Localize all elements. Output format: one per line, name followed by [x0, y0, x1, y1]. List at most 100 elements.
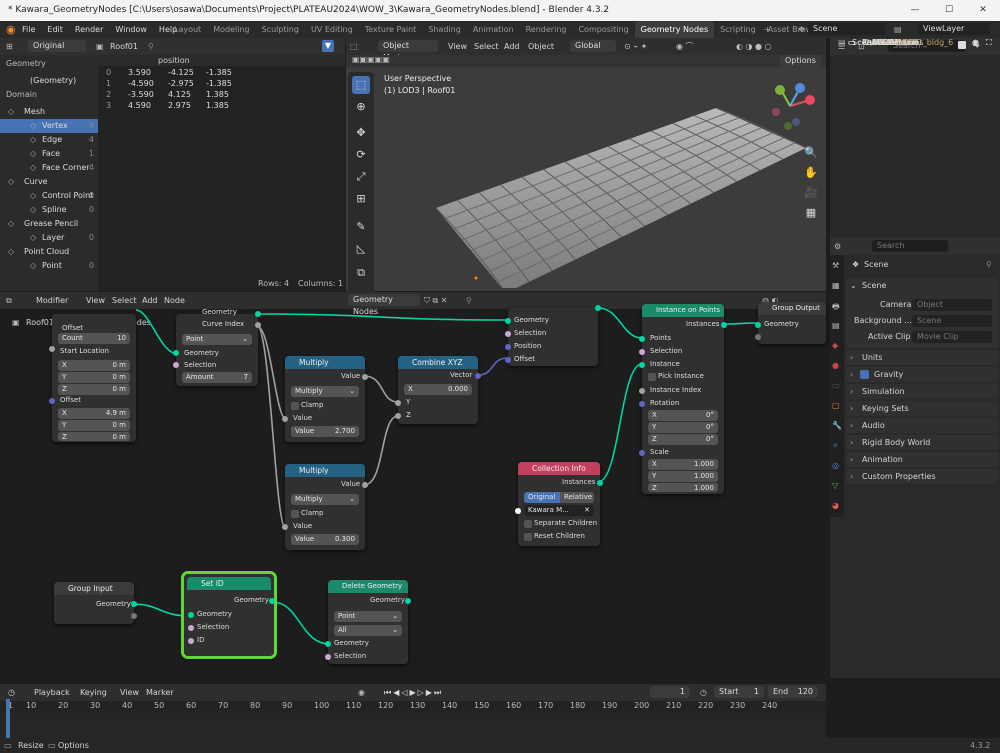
viewport-menu-view[interactable]: View: [448, 38, 467, 55]
camera-field[interactable]: Object: [912, 299, 992, 311]
eye-icon[interactable]: ◉: [972, 38, 979, 47]
domain-item-7[interactable]: Face Corner 4 ◇: [0, 161, 98, 175]
viewport-menu-object[interactable]: Object: [528, 38, 554, 55]
measure-tool-icon[interactable]: ◺: [352, 240, 370, 258]
offset-z-field[interactable]: Z0 m: [58, 432, 130, 441]
multiply-1-value-field[interactable]: Value 2.700: [291, 426, 359, 437]
scale-z-field[interactable]: Z 1.000: [648, 483, 718, 492]
multiply-2-operation-select[interactable]: Multiply ⌄: [291, 494, 359, 505]
collection-info-node[interactable]: Collection Info Instances Original Relat…: [515, 462, 603, 546]
instance-on-points-node[interactable]: Instance on Points Instances Points Sele…: [639, 304, 727, 494]
minimize-button[interactable]: —: [898, 0, 932, 21]
viewport-menu-add[interactable]: Add: [504, 38, 520, 55]
timeline-menu-keying[interactable]: Keying: [80, 684, 107, 701]
tab-shading[interactable]: Shading: [422, 21, 467, 38]
multiply-1-operation-select[interactable]: Multiply ⌄: [291, 386, 359, 397]
delete-domain-select[interactable]: Point ⌄: [334, 611, 402, 622]
delete-geometry-node[interactable]: Delete Geometry Geometry Point ⌄ All ⌄ Geo…: [325, 580, 411, 664]
delete-mode-select[interactable]: All ⌄: [334, 625, 402, 636]
set-position-node[interactable]: Geometry Selection Position Offset: [505, 305, 601, 366]
current-frame-field[interactable]: 1: [650, 686, 690, 698]
camera-view-icon[interactable]: 🎥: [802, 184, 820, 202]
evaluation-mode-select[interactable]: Original: [28, 40, 86, 52]
properties-pin-icon[interactable]: ⚲: [986, 260, 992, 269]
tab-texture-paint[interactable]: Texture Paint: [359, 21, 423, 38]
properties-panel-6[interactable]: › Animation: [846, 452, 998, 467]
properties-panel-3[interactable]: › Keying Sets: [846, 401, 998, 416]
amount-field[interactable]: Amount 7: [182, 372, 252, 383]
rotation-y-field[interactable]: Y 0°: [648, 422, 718, 433]
combine-xyz-node[interactable]: Combine XYZ Vector X 0.000 Y Z: [395, 356, 481, 424]
filter-icon[interactable]: ▼: [322, 40, 334, 52]
proportional-edit-icon[interactable]: ◉ ⌒: [676, 38, 694, 55]
tab-layout[interactable]: Layout: [168, 21, 207, 38]
options-button[interactable]: Options: [780, 55, 821, 67]
clamp-checkbox-2[interactable]: [291, 510, 299, 518]
rotation-x-field[interactable]: X 0°: [648, 410, 718, 421]
domain-item-14[interactable]: Point 0 ◇: [0, 259, 98, 273]
select-mode-icons[interactable]: ▣▣▣▣▣: [352, 55, 390, 64]
transform-orientation-select[interactable]: Global: [570, 40, 616, 52]
reset-children-checkbox[interactable]: [524, 533, 532, 541]
curve-index-node[interactable]: Geometry Curve Index Point ⌄ Geometry Sel…: [173, 308, 261, 386]
tab-compositing[interactable]: Compositing: [572, 21, 634, 38]
annotate-tool-icon[interactable]: ✎: [352, 218, 370, 236]
scale-y-field[interactable]: Y 1.000: [648, 471, 718, 482]
pick-instance-checkbox[interactable]: [648, 373, 656, 381]
transform-tool-icon[interactable]: ⊞: [352, 190, 370, 208]
tab-sculpting[interactable]: Sculpting: [256, 21, 305, 38]
gravity-checkbox[interactable]: [860, 370, 869, 379]
scale-x-field[interactable]: X 1.000: [648, 459, 718, 470]
navigation-gizmo-icon[interactable]: [760, 76, 820, 136]
add-cube-tool-icon[interactable]: ⧉: [352, 264, 370, 282]
domain-item-13[interactable]: Point Cloud ◇: [0, 245, 98, 259]
multiply-node-2[interactable]: Multiply Value Multiply ⌄ Clamp Value Val…: [282, 464, 368, 550]
render-tab-icon[interactable]: ▦: [832, 281, 840, 290]
playback-controls-icons[interactable]: ⏮◀◁▶▷▶⏭: [384, 684, 443, 701]
world-tab-icon[interactable]: ●: [832, 361, 839, 370]
menu-render[interactable]: Render: [69, 21, 109, 38]
group-output-node[interactable]: Group Output Geometry: [755, 302, 826, 344]
domain-item-5[interactable]: Edge 4 ◇: [0, 133, 98, 147]
collection-field[interactable]: Kawara M... ✕: [524, 505, 594, 516]
cursor-tool-icon[interactable]: ⊕: [352, 98, 370, 116]
domain-item-8[interactable]: Curve ◇: [0, 175, 98, 189]
object-data-tab-icon[interactable]: ▽: [832, 481, 838, 490]
properties-panel-2[interactable]: › Simulation: [846, 384, 998, 399]
tab-scripting[interactable]: Scripting: [714, 21, 762, 38]
timeline-menu-playback[interactable]: Playback: [34, 684, 70, 701]
scene-selector[interactable]: Scene: [808, 23, 886, 35]
tab-uv-editing[interactable]: UV Editing: [305, 21, 359, 38]
points-node[interactable]: Offset Count 10 Start Location X0 m Y0 m …: [49, 314, 136, 442]
menu-window[interactable]: Window: [109, 21, 153, 38]
domain-item-10[interactable]: Spline 0 ◇: [0, 203, 98, 217]
zoom-icon[interactable]: 🔍: [802, 144, 820, 162]
domain-item-9[interactable]: Control Point 0 ◇: [0, 189, 98, 203]
camera-icon[interactable]: ⛶: [986, 38, 992, 48]
domain-item-3[interactable]: Mesh ◇: [0, 105, 98, 119]
material-tab-icon[interactable]: ◕: [832, 501, 839, 510]
original-toggle[interactable]: Original: [524, 492, 560, 503]
scene-tab-icon[interactable]: ◆: [832, 341, 838, 350]
properties-editor-icon[interactable]: ⚙: [834, 238, 841, 255]
scale-tool-icon[interactable]: ⤢: [352, 168, 370, 186]
modifier-tab-icon[interactable]: 🔧: [832, 421, 842, 430]
editor-type-icon[interactable]: ⬚: [350, 38, 358, 55]
properties-panel-7[interactable]: › Custom Properties: [846, 469, 998, 484]
separate-children-checkbox[interactable]: [524, 520, 532, 528]
add-workspace-icon[interactable]: +: [764, 21, 771, 38]
start-frame-field[interactable]: Start 1: [714, 686, 764, 698]
domain-item-11[interactable]: Grease Pencil ◇: [0, 217, 98, 231]
properties-panel-0[interactable]: › Units: [846, 350, 998, 365]
background-scene-field[interactable]: Scene: [912, 315, 992, 327]
end-frame-field[interactable]: End 120: [768, 686, 818, 698]
shading-icons[interactable]: ◐ ◑ ● ○: [736, 38, 772, 55]
playhead[interactable]: [6, 699, 10, 738]
physics-tab-icon[interactable]: ◎: [832, 461, 839, 470]
count-field[interactable]: Count 10: [58, 333, 130, 344]
view-layer-tab-icon[interactable]: ▤: [832, 321, 840, 330]
active-clip-field[interactable]: Movie Clip: [912, 331, 992, 343]
spreadsheet-editor-icon[interactable]: ⊞: [6, 38, 13, 55]
view-layer-selector[interactable]: ViewLayer: [918, 23, 990, 35]
domain-item-1[interactable]: (Geometry): [0, 74, 98, 88]
